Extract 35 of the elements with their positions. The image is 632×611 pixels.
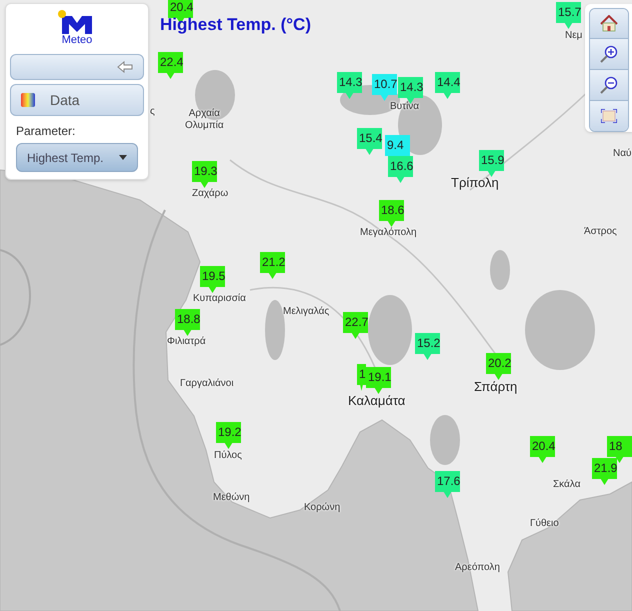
zoom-out-icon — [600, 76, 618, 94]
place-label: Μεθώνη — [213, 492, 250, 504]
place-label: Φιλιατρά — [167, 336, 206, 348]
parameter-label: Parameter: — [15, 123, 76, 140]
place-label: Ζαχάρω — [192, 188, 228, 200]
place-label: Κυπαρισσία — [193, 293, 246, 305]
parameter-dropdown[interactable]: Highest Temp. — [16, 143, 138, 172]
house-icon — [600, 15, 618, 32]
data-button[interactable]: Data — [10, 84, 144, 116]
palette-icon — [21, 93, 35, 107]
place-label: Νεμ — [565, 30, 582, 42]
place-label: Μελιγαλάς — [283, 306, 330, 318]
place-label: ς — [150, 106, 155, 118]
place-label: Μεγαλόπολη — [360, 227, 417, 239]
place-label: Γύθειο — [530, 518, 559, 530]
place-label: Βυτίνα — [390, 101, 420, 113]
caret-icon — [119, 155, 127, 160]
place-label: Ναύ — [613, 148, 632, 160]
zoom-in-button[interactable] — [590, 39, 628, 70]
place-label: Αρχαία Ολυμπία — [185, 108, 224, 132]
home-button[interactable] — [590, 9, 628, 39]
place-label: Σκάλα — [553, 479, 580, 491]
zoom-in-icon — [600, 45, 618, 63]
zoom-out-button[interactable] — [590, 70, 628, 101]
place-label: Άστρος — [584, 226, 617, 238]
logo-text: Meteo — [62, 35, 92, 46]
place-label: Αρεόπολη — [455, 562, 500, 574]
arrow-left-icon — [117, 61, 133, 73]
full-extent-icon — [601, 109, 617, 123]
place-label: Τρίπολη — [451, 176, 499, 190]
place-label: Κορώνη — [304, 502, 340, 514]
place-label: Σπάρτη — [474, 380, 518, 394]
place-label: Πύλος — [214, 450, 242, 462]
place-label: Γαργαλιάνοι — [180, 378, 234, 390]
place-label: Καλαμάτα — [348, 394, 406, 408]
